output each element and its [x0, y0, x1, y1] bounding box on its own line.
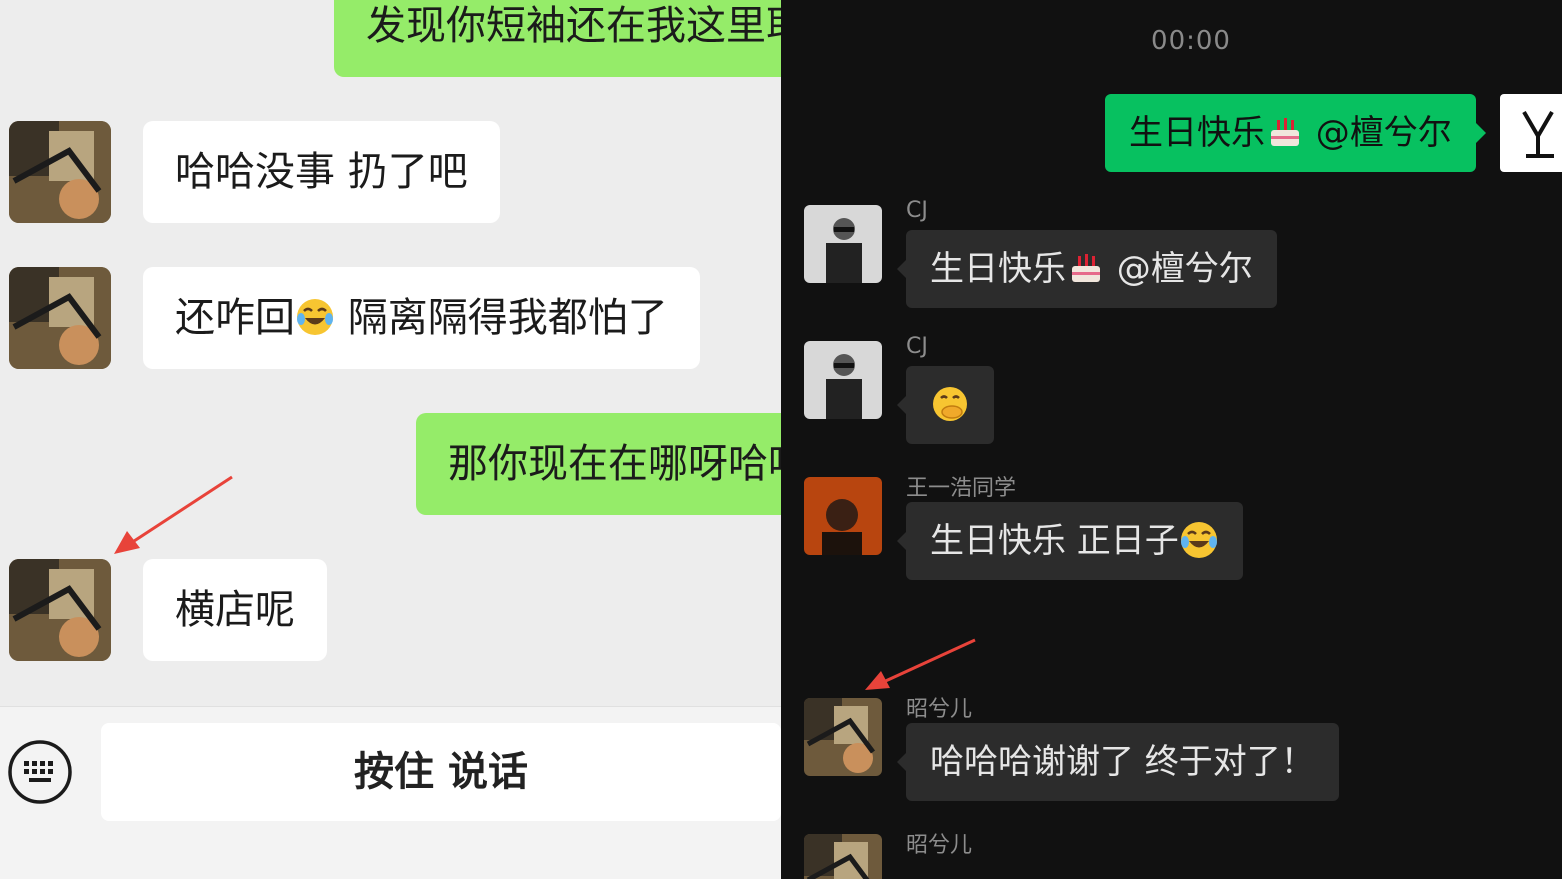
message-text: 那你现在在哪呀哈哈	[448, 441, 781, 487]
message-bubble-other[interactable]: 生日快乐 正日子	[897, 502, 1243, 580]
birthday-cake-icon	[1072, 253, 1100, 282]
message-text: 生日快乐	[1129, 113, 1265, 153]
sender-name: 昭兮儿	[906, 833, 973, 858]
avatar-photo	[804, 205, 882, 283]
avatar[interactable]	[804, 834, 882, 879]
message-text: 横店呢	[175, 587, 295, 633]
sender-name: CJ	[906, 334, 928, 359]
avatar-photo	[804, 698, 882, 776]
message-bubble-me[interactable]: 那你现在在哪呀哈哈	[416, 413, 781, 515]
red-arrow-annotation	[865, 638, 976, 690]
message-bubble-me[interactable]: 发现你短袖还在我这里耶	[334, 0, 781, 77]
avatar[interactable]	[9, 559, 111, 661]
message-text: 哈哈没事 扔了吧	[175, 149, 468, 195]
avatar[interactable]	[9, 121, 111, 223]
message-text: @檀兮尔	[1305, 113, 1452, 153]
light-chat-panel: 发现你短袖还在我这里耶 哈哈没事 扔了吧 还咋回 隔离隔得我都怕了 那你现在在哪…	[0, 0, 781, 879]
message-text: 隔离隔得我都怕了	[335, 295, 668, 341]
birthday-cake-icon	[1271, 117, 1299, 146]
avatar[interactable]	[9, 267, 111, 369]
message-text: 发现你短袖还在我这里耶	[366, 3, 781, 49]
message-bubble-other[interactable]: 横店呢	[143, 559, 327, 661]
message-bubble-other[interactable]: 哈哈哈谢谢了 终于对了！	[897, 723, 1339, 801]
avatar-photo	[9, 267, 111, 369]
message-bubble-other[interactable]: 还咋回 隔离隔得我都怕了	[143, 267, 700, 369]
face-with-tears-of-joy-icon	[297, 299, 333, 335]
avatar[interactable]	[804, 477, 882, 555]
avatar-photo	[9, 559, 111, 661]
message-bubble-other[interactable]	[897, 366, 994, 444]
avatar[interactable]	[804, 205, 882, 283]
message-bubble-me[interactable]: 生日快乐 @檀兮尔	[1105, 94, 1486, 172]
sender-name: 昭兮儿	[906, 697, 973, 722]
timestamp: 00:00	[1151, 26, 1231, 56]
message-text: 还咋回	[175, 295, 295, 341]
avatar[interactable]	[804, 341, 882, 419]
avatar[interactable]	[804, 698, 882, 776]
sender-name: CJ	[906, 198, 928, 223]
avatar-photo	[9, 121, 111, 223]
hold-to-talk-button[interactable]: 按住 说话	[101, 723, 781, 821]
avatar[interactable]	[1500, 94, 1562, 172]
face-with-tears-of-joy-icon	[1180, 521, 1217, 558]
message-bubble-other[interactable]: 哈哈没事 扔了吧	[143, 121, 500, 223]
dark-chat-panel: 00:00 生日快乐 @檀兮尔 CJ 生日快乐 @檀兮尔 CJ 王一浩同学 生日…	[781, 0, 1562, 879]
sender-name: 王一浩同学	[906, 476, 1017, 501]
message-text: @檀兮尔	[1106, 249, 1253, 289]
avatar-photo	[804, 477, 882, 555]
message-text: 哈哈哈谢谢了 终于对了！	[930, 742, 1315, 782]
message-text: 生日快乐	[930, 249, 1066, 289]
hand-over-mouth-icon	[933, 386, 967, 421]
logo-avatar	[1522, 110, 1554, 158]
message-bubble-other[interactable]: 生日快乐 @檀兮尔	[897, 230, 1277, 308]
avatar-photo	[804, 834, 882, 879]
keyboard-icon[interactable]	[7, 739, 73, 805]
message-text: 生日快乐 正日子	[930, 521, 1179, 561]
avatar-photo	[804, 341, 882, 419]
red-arrow-annotation	[114, 475, 233, 554]
